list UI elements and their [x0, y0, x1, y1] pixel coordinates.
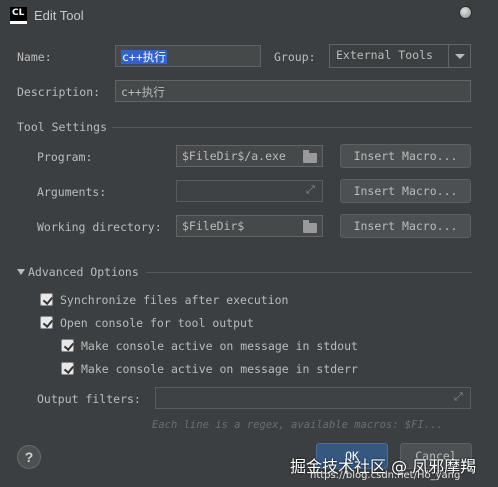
app-logo-icon: CL: [10, 7, 27, 24]
description-input-value: c++执行: [121, 85, 165, 99]
name-input-value: c++执行: [121, 50, 167, 64]
sync-files-label[interactable]: Synchronize files after execution: [60, 293, 288, 307]
advanced-options-heading[interactable]: Advanced Options: [28, 265, 139, 279]
insert-macro-button[interactable]: Insert Macro...: [340, 214, 471, 238]
console-active-stdout-checkbox[interactable]: [61, 339, 74, 352]
working-directory-input-value: $FileDir$: [182, 219, 245, 233]
arguments-label: Arguments:: [37, 185, 107, 199]
name-label: Name:: [17, 50, 52, 64]
close-icon[interactable]: [459, 6, 472, 19]
group-dropdown-value: External Tools: [336, 48, 433, 62]
insert-macro-button[interactable]: Insert Macro...: [340, 144, 471, 168]
section-divider: [146, 272, 472, 273]
window-title: Edit Tool: [34, 8, 84, 23]
description-input[interactable]: c++执行: [115, 80, 471, 102]
program-label: Program:: [37, 150, 93, 164]
chevron-down-icon[interactable]: [448, 45, 470, 67]
expand-icon[interactable]: ⤢: [306, 184, 315, 195]
title-bar: CL Edit Tool: [0, 0, 498, 32]
working-directory-label: Working directory:: [37, 220, 162, 234]
help-button[interactable]: ?: [17, 445, 41, 469]
console-active-stdout-label[interactable]: Make console active on message in stdout: [81, 339, 358, 353]
output-filters-input[interactable]: [155, 387, 471, 409]
console-active-stderr-label[interactable]: Make console active on message in stderr: [81, 362, 358, 376]
working-directory-input[interactable]: $FileDir$: [176, 215, 323, 237]
group-dropdown[interactable]: External Tools: [329, 44, 471, 68]
output-filters-hint: Each line is a regex, available macros: …: [152, 419, 443, 431]
tool-settings-heading: Tool Settings: [17, 120, 108, 134]
program-input[interactable]: $FileDir$/a.exe: [176, 145, 323, 167]
console-active-stderr-checkbox[interactable]: [61, 362, 74, 375]
output-filters-label: Output filters:: [37, 392, 141, 406]
folder-icon[interactable]: [303, 150, 317, 163]
arguments-input[interactable]: [176, 180, 323, 202]
collapse-arrow-icon[interactable]: [17, 269, 25, 275]
expand-icon[interactable]: ⤢: [454, 391, 463, 402]
name-input[interactable]: c++执行: [115, 45, 261, 67]
open-console-checkbox[interactable]: [40, 316, 53, 329]
sync-files-checkbox[interactable]: [40, 293, 53, 306]
folder-icon[interactable]: [303, 220, 317, 233]
group-label: Group:: [274, 50, 316, 64]
insert-macro-button[interactable]: Insert Macro...: [340, 179, 471, 203]
program-input-value: $FileDir$/a.exe: [182, 149, 286, 163]
open-console-label[interactable]: Open console for tool output: [60, 316, 254, 330]
description-label: Description:: [17, 85, 101, 99]
section-divider: [112, 127, 472, 128]
watermark-url: https://blog.csdn.net/Ho_yang: [310, 470, 461, 481]
